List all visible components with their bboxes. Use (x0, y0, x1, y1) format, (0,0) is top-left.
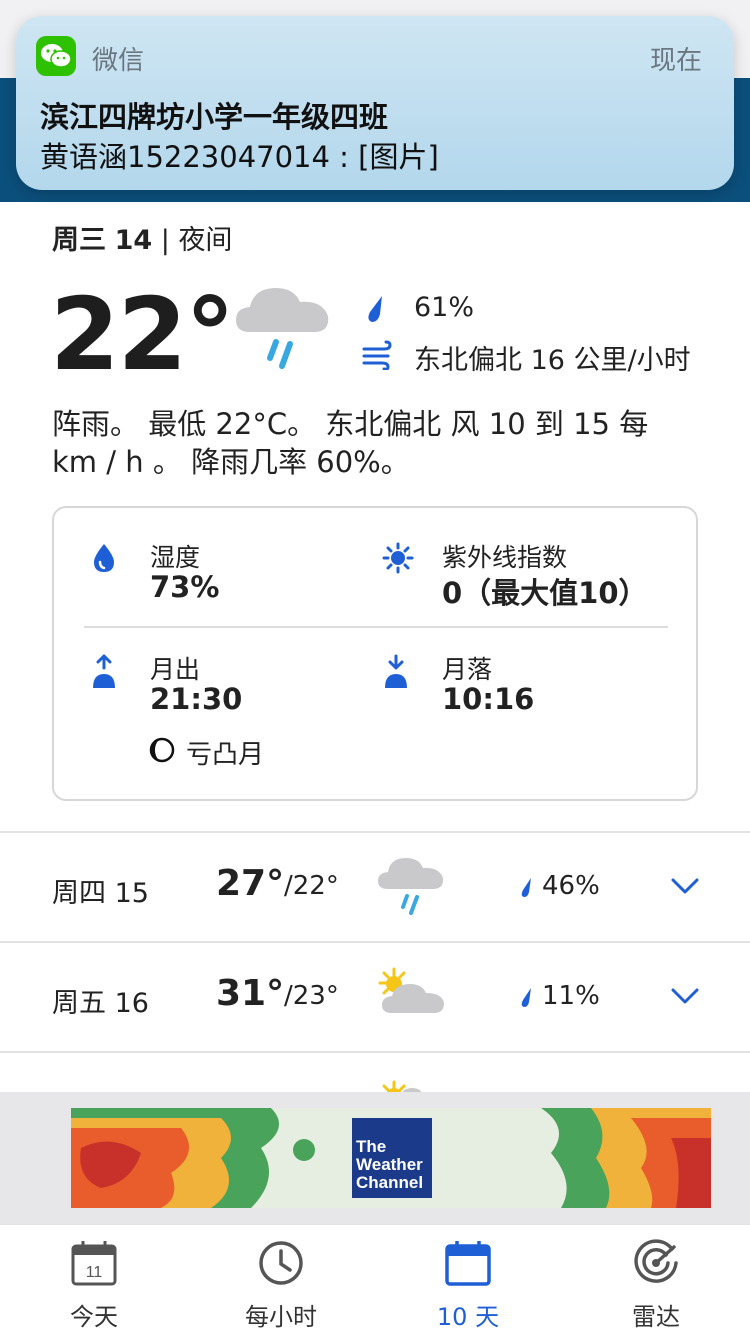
radar-icon (634, 1239, 678, 1283)
forecast-precip-value: 46% (542, 871, 600, 901)
wind-value: 东北偏北 16 公里/小时 (414, 345, 691, 376)
moonrise-icon (93, 654, 115, 688)
raindrop-icon (521, 878, 531, 897)
tab-10-day-label: 10 天 (436, 1303, 500, 1331)
tab-today[interactable]: 11 今天 (0, 1225, 188, 1334)
calendar-icon (445, 1241, 491, 1286)
chevron-down-icon[interactable] (670, 877, 700, 895)
sun-icon (382, 542, 414, 574)
waning-gibbous-icon (149, 737, 175, 763)
weather-channel-logo: The Weather Channel (352, 1118, 432, 1198)
tab-hourly[interactable]: 每小时 (187, 1225, 375, 1334)
current-temperature: 22° (50, 276, 235, 393)
notification-body: 黄语涵15223047014 : [图片] (40, 140, 439, 174)
notification-time: 现在 (649, 46, 702, 76)
uv-label: 紫外线指数 (442, 543, 568, 572)
partly-cloudy-icon (382, 1080, 422, 1092)
forecast-high: 27° (216, 863, 285, 904)
forecast-row[interactable]: 周四 15 27° /22° 46% (0, 833, 750, 941)
forecast-day: 周五 16 (52, 988, 149, 1019)
day-narrative: 阵雨。 最低 22°C。 东北偏北 风 10 到 15 每 km / h 。 降… (52, 407, 649, 479)
moon-phase-label: 亏凸月 (186, 740, 265, 770)
ad-banner[interactable]: The Weather Channel (71, 1108, 711, 1208)
moonset-label: 月落 (442, 655, 493, 684)
wechat-icon (36, 36, 76, 76)
uv-value: 0（最大值10） (442, 576, 648, 610)
notification-title: 滨江四牌坊小学一年级四班 (40, 100, 389, 134)
raindrop-icon (368, 296, 382, 322)
tab-radar[interactable]: 雷达 (562, 1225, 750, 1334)
rain-cloud-icon (236, 288, 329, 369)
humidity-label: 湿度 (150, 543, 201, 572)
tab-hourly-label: 每小时 (245, 1303, 317, 1331)
row-divider (0, 1051, 750, 1053)
moonset-icon (385, 654, 407, 688)
details-card: 湿度 73% 紫外线指数 0（最大值10） 月出 21:30 月落 10:16 … (52, 506, 698, 801)
tab-bar: 11 今天 每小时 10 天 雷达 (0, 1224, 750, 1334)
notification-banner[interactable]: 微信 现在 滨江四牌坊小学一年级四班 黄语涵15223047014 : [图片] (16, 16, 734, 190)
day-date: 14 (114, 225, 153, 256)
moonrise-label: 月出 (150, 655, 201, 684)
forecast-low: /22° (284, 871, 339, 901)
tab-radar-label: 雷达 (632, 1303, 680, 1331)
card-divider (84, 626, 668, 628)
chevron-down-icon[interactable] (670, 987, 700, 1005)
partly-cloudy-icon (378, 967, 444, 1013)
forecast-row[interactable]: 周五 16 31° /23° 11% (0, 943, 750, 1051)
humidity-icon (94, 544, 114, 572)
calendar-day-number: 11 (86, 1264, 103, 1281)
humidity-value: 73% (150, 570, 220, 604)
wind-icon (362, 340, 392, 370)
tab-today-label: 今天 (70, 1303, 118, 1331)
moonset-value: 10:16 (442, 682, 535, 716)
tab-10-day[interactable]: 10 天 (374, 1225, 562, 1334)
precip-value: 61% (414, 292, 475, 323)
clock-icon (259, 1241, 303, 1285)
day-period: 夜间 (178, 225, 233, 256)
rain-cloud-icon (378, 858, 444, 915)
forecast-low: /23° (284, 981, 339, 1011)
forecast-day: 周四 15 (52, 878, 149, 909)
forecast-precip-value: 11% (542, 981, 600, 1011)
day-weekday: 周三 (52, 225, 106, 256)
moonrise-value: 21:30 (150, 682, 243, 716)
raindrop-icon (521, 988, 531, 1007)
forecast-high: 31° (216, 973, 285, 1014)
day-heading: 周三 14 | 夜间 (52, 225, 233, 256)
notification-app-name: 微信 (92, 46, 145, 76)
calendar-day-icon: 11 (71, 1241, 117, 1286)
